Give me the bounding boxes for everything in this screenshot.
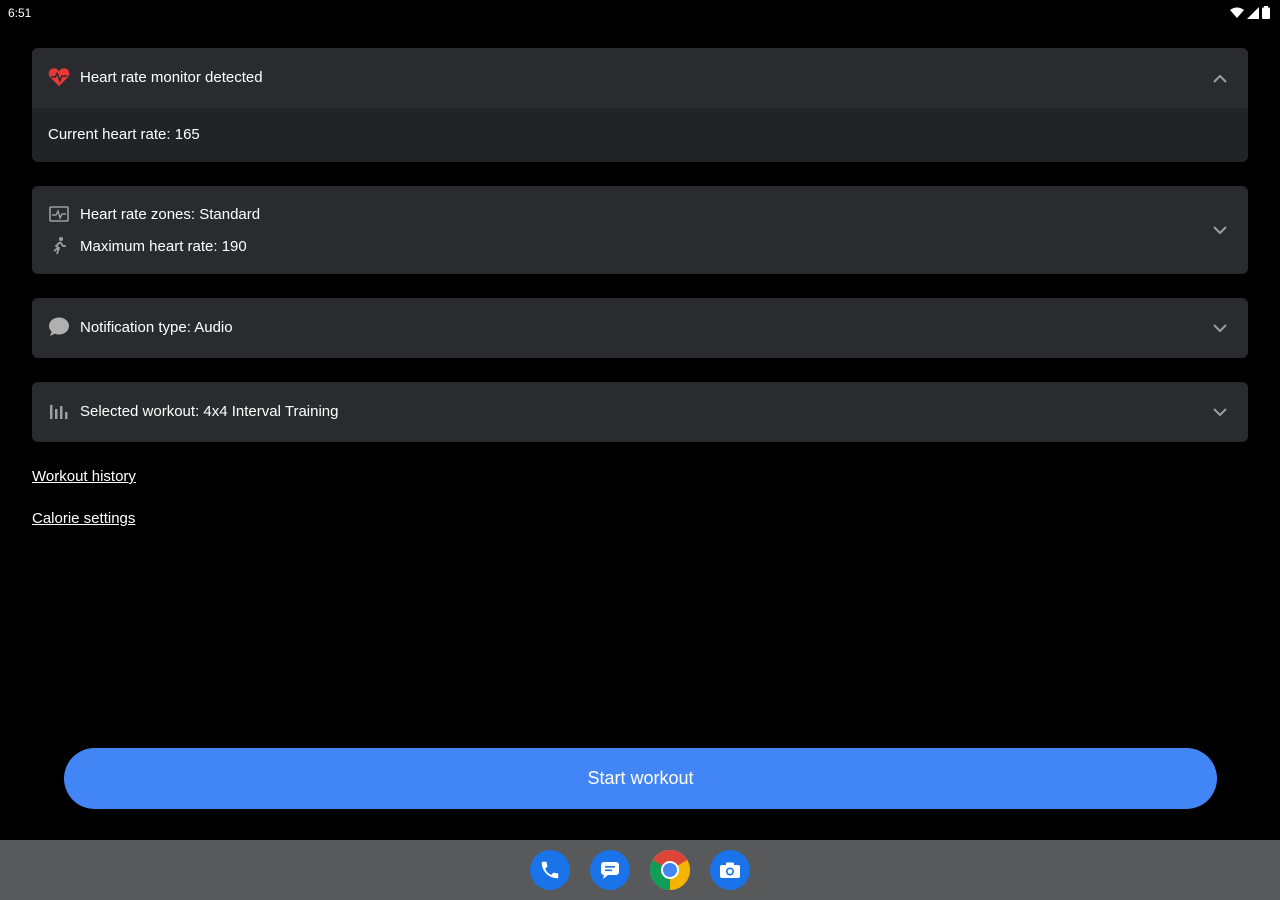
bar-chart-icon (48, 400, 70, 422)
system-icons (1230, 6, 1270, 24)
messages-icon[interactable] (590, 850, 630, 890)
status-bar: 6:51 (0, 0, 1280, 28)
status-time: 6:51 (8, 6, 32, 20)
max-heart-rate-row: Maximum heart rate: 190 (48, 235, 247, 257)
chrome-icon[interactable] (650, 850, 690, 890)
current-heart-rate-text: Current heart rate: 165 (48, 126, 200, 143)
heart-rate-zones-row: Heart rate zones: Standard (48, 203, 260, 225)
zones-icon (48, 203, 70, 225)
selected-workout-card[interactable]: Selected workout: 4x4 Interval Training (32, 382, 1248, 442)
heart-rate-zones-text: Heart rate zones: Standard (80, 205, 261, 223)
heart-rate-icon (48, 66, 70, 88)
wifi-icon (1230, 6, 1244, 24)
start-workout-button[interactable]: Start workout (64, 748, 1217, 809)
chevron-down-icon[interactable] (1212, 320, 1228, 336)
notification-type-card[interactable]: Notification type: Audio (32, 298, 1248, 358)
chevron-up-icon[interactable] (1212, 70, 1228, 86)
taskbar (0, 840, 1280, 900)
chat-bubble-icon (48, 316, 70, 338)
camera-icon[interactable] (710, 850, 750, 890)
app-screen: 6:51 Heart rate monitor detected Current… (0, 0, 1280, 900)
notification-type-row: Notification type: Audio (48, 316, 233, 338)
selected-workout-row: Selected workout: 4x4 Interval Training (48, 400, 338, 422)
chevron-down-icon[interactable] (1212, 222, 1228, 238)
heart-rate-monitor-header[interactable]: Heart rate monitor detected (32, 48, 1248, 108)
heart-rate-monitor-card: Heart rate monitor detected Current hear… (32, 48, 1248, 162)
battery-icon (1262, 6, 1270, 24)
heart-rate-monitor-row: Heart rate monitor detected (48, 66, 263, 88)
notification-type-text: Notification type: Audio (80, 318, 233, 336)
running-icon (48, 235, 70, 257)
phone-icon[interactable] (530, 850, 570, 890)
heart-rate-monitor-title: Heart rate monitor detected (80, 68, 263, 86)
signal-icon (1247, 6, 1259, 24)
selected-workout-text: Selected workout: 4x4 Interval Training (80, 402, 339, 420)
max-heart-rate-text: Maximum heart rate: 190 (80, 237, 247, 255)
workout-history-link[interactable]: Workout history (32, 468, 136, 485)
current-heart-rate-row: Current heart rate: 165 (48, 126, 200, 143)
chevron-down-icon[interactable] (1212, 404, 1228, 420)
calorie-settings-link[interactable]: Calorie settings (32, 510, 135, 527)
heart-rate-zones-card[interactable]: Heart rate zones: Standard Maximum heart… (32, 186, 1248, 274)
